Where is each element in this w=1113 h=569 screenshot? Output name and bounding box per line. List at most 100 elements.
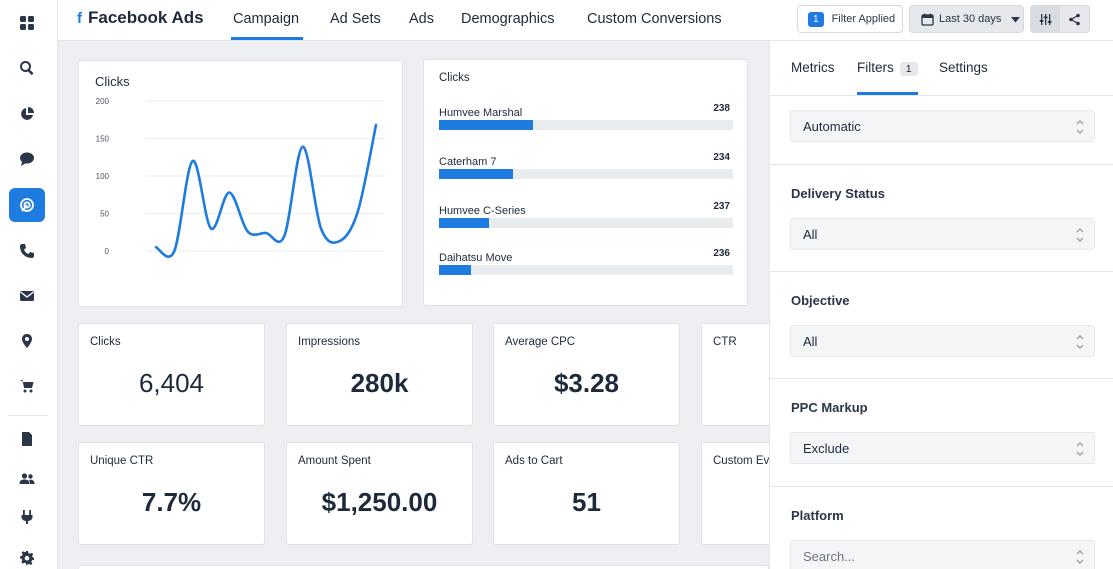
bar-row-value: 238: [713, 103, 730, 114]
stat-card-impressions: Impressions 280k: [286, 323, 473, 426]
up-down-chevron-icon: [1075, 440, 1085, 458]
location-pin-icon[interactable]: [9, 324, 45, 358]
bar-row-name: Caterham 7: [439, 156, 497, 168]
app-title: Facebook Ads: [88, 8, 204, 27]
stat-label: Clicks: [90, 336, 121, 348]
bar-row: Daihatsu Move 236: [439, 248, 733, 275]
objective-value: All: [803, 333, 818, 349]
panel-tab-filters[interactable]: Filters 1: [857, 60, 918, 76]
chat-icon[interactable]: [9, 142, 45, 176]
stat-label: Unique CTR: [90, 455, 154, 467]
mail-icon[interactable]: [9, 279, 45, 313]
stat-card-amount-spent: Amount Spent $1,250.00: [286, 442, 473, 545]
mode-select-value: Automatic: [803, 118, 861, 134]
bar-row-value: 236: [713, 248, 730, 259]
view-toggle-group: [1030, 5, 1090, 33]
cart-icon[interactable]: [9, 369, 45, 403]
top-bar: f Facebook Ads Campaign Ad Sets Ads Demo…: [58, 0, 1113, 41]
y-tick-label: 100: [96, 172, 110, 181]
active-tab-indicator: [231, 37, 303, 40]
ppc-markup-label: PPC Markup: [791, 400, 868, 415]
mode-select[interactable]: Automatic: [790, 110, 1095, 142]
clicks-line-chart: 200 150 100 50 0: [96, 97, 384, 258]
date-range-label: Last 30 days: [939, 13, 1002, 25]
tab-ads[interactable]: Ads: [409, 11, 434, 27]
stat-value: $3.28: [553, 368, 620, 398]
gear-icon[interactable]: [9, 541, 45, 569]
y-tick-label: 150: [96, 135, 110, 144]
stat-label: CTR: [713, 336, 737, 348]
date-range-button[interactable]: Last 30 days: [909, 5, 1024, 33]
stat-value: 51: [572, 487, 601, 517]
filter-applied-button[interactable]: 1 Filter Applied: [797, 5, 903, 33]
document-icon[interactable]: [9, 422, 45, 456]
panel-divider: [770, 271, 1113, 272]
delivery-status-value: All: [803, 226, 818, 242]
grid-icon[interactable]: [9, 6, 45, 40]
stat-value: 280k: [350, 368, 409, 398]
plug-icon[interactable]: [9, 500, 45, 534]
platform-label: Platform: [791, 508, 844, 523]
panel-tab-filters-label: Filters: [857, 60, 894, 75]
filter-applied-label: Filter Applied: [831, 13, 896, 25]
delivery-status-select[interactable]: All: [790, 218, 1095, 250]
panel-tab-metrics[interactable]: Metrics: [791, 60, 835, 75]
bar-fill: [439, 265, 472, 275]
stat-value: $1,250.00: [321, 487, 438, 517]
stat-label: Average CPC: [505, 336, 576, 348]
stat-value: 6,404: [138, 368, 205, 398]
stat-label: Ads to Cart: [505, 455, 563, 467]
clicks-series-line: [154, 123, 378, 258]
objective-select[interactable]: All: [790, 325, 1095, 357]
bar-track: [439, 218, 733, 228]
panel-divider: [770, 164, 1113, 165]
bar-track: [439, 169, 733, 179]
share-icon[interactable]: [1060, 6, 1089, 32]
ppc-markup-select[interactable]: Exclude: [790, 432, 1095, 464]
up-down-chevron-icon: [1075, 118, 1085, 136]
up-down-chevron-icon: [1075, 333, 1085, 351]
bar-row-name: Humvee C-Series: [439, 205, 526, 217]
stat-label: Impressions: [298, 336, 360, 348]
sliders-icon[interactable]: [1031, 6, 1061, 32]
tab-custom-conversions[interactable]: Custom Conversions: [587, 11, 722, 27]
bar-row-value: 234: [713, 152, 730, 163]
stat-label: Amount Spent: [298, 455, 371, 467]
calendar-icon: [921, 13, 934, 26]
search-icon[interactable]: [9, 51, 45, 85]
bar-fill: [439, 120, 534, 130]
app-brand: f Facebook Ads: [77, 8, 204, 28]
left-nav-rail: [0, 0, 58, 569]
panel-divider: [770, 378, 1113, 379]
tab-ad-sets[interactable]: Ad Sets: [330, 11, 381, 27]
chevron-down-icon: [1009, 13, 1022, 26]
panel-tab-settings[interactable]: Settings: [939, 60, 988, 75]
bar-track: [439, 120, 733, 130]
ppc-icon[interactable]: [9, 188, 45, 222]
clicks-bar-list-card: Clicks Humvee Marshal 238 Caterham 7 234…: [423, 59, 748, 306]
up-down-chevron-icon: [1075, 548, 1085, 566]
clicks-line-chart-card: Clicks 200 150 100 50 0: [78, 60, 403, 307]
phone-icon[interactable]: [9, 234, 45, 268]
bar-row-name: Humvee Marshal: [439, 107, 523, 119]
pie-chart-icon[interactable]: [9, 97, 45, 131]
panel-divider: [770, 95, 1113, 96]
bar-track: [439, 265, 733, 275]
next-card-edge: [78, 565, 769, 569]
bar-fill: [439, 169, 513, 179]
tab-demographics[interactable]: Demographics: [461, 11, 555, 27]
ppc-markup-value: Exclude: [803, 440, 850, 456]
stat-value: 7.7%: [141, 487, 202, 517]
bar-row-value: 237: [713, 201, 730, 212]
up-down-chevron-icon: [1075, 226, 1085, 244]
platform-search-select[interactable]: Search...: [790, 540, 1095, 569]
users-icon[interactable]: [9, 462, 45, 496]
bar-row: Caterham 7 234: [439, 152, 733, 179]
panel-divider: [770, 486, 1113, 487]
platform-search-placeholder: Search...: [803, 548, 856, 564]
stat-label: Custom Ev: [713, 455, 770, 467]
objective-label: Objective: [791, 293, 850, 308]
bar-row-name: Daihatsu Move: [439, 252, 513, 264]
tab-campaign[interactable]: Campaign: [233, 11, 299, 27]
bar-row: Humvee Marshal 238: [439, 103, 733, 130]
